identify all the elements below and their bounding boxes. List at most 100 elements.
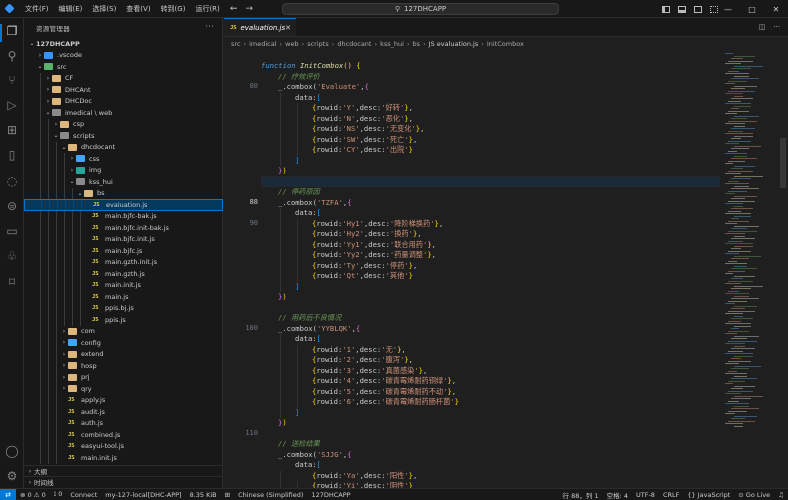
run-debug-icon[interactable]: ▷	[4, 97, 20, 113]
settings-gear-icon[interactable]: ⚙	[4, 468, 20, 484]
ports-count[interactable]: ⟟ 0	[50, 490, 67, 499]
file-item[interactable]: JS apply.js	[24, 394, 223, 406]
outline-section[interactable]: › 大纲	[24, 465, 223, 476]
file-item[interactable]: JS audit.js	[24, 406, 223, 418]
folder-item[interactable]: › config	[24, 337, 223, 349]
search-view-icon[interactable]: ⚲	[4, 48, 20, 64]
folder-item[interactable]: › DHCAnt	[24, 84, 223, 96]
more-actions-icon[interactable]: ···	[205, 22, 214, 31]
file-item[interactable]: JS main.bjfc.js	[24, 245, 223, 257]
connect-button[interactable]: Connect	[66, 491, 101, 499]
code-line: // 疗效评价	[278, 72, 320, 83]
server-connection[interactable]: my-127-local[DHC-APP]	[101, 491, 185, 499]
chevron-down-icon: ⌄	[37, 63, 43, 71]
folder-item[interactable]: › DHCDoc	[24, 95, 223, 107]
minimap[interactable]	[721, 50, 777, 488]
explorer-icon[interactable]: ❐	[4, 23, 20, 39]
file-item[interactable]: JS main.bjfc.init-bak.js	[24, 222, 223, 234]
menu-item[interactable]: 运行(R)	[190, 0, 224, 18]
encoding[interactable]: UTF-8	[632, 491, 659, 499]
bookmark-icon[interactable]: ⌑	[4, 274, 20, 290]
language-mode[interactable]: {} JavaScript	[683, 491, 734, 499]
file-item[interactable]: JS main.bjfc-bak.js	[24, 210, 223, 222]
folder-item[interactable]: › extend	[24, 348, 223, 360]
breadcrumb-item[interactable]: scripts	[307, 40, 329, 48]
end-of-line[interactable]: CRLF	[659, 491, 683, 499]
menu-item[interactable]: 查看(V)	[121, 0, 155, 18]
menu-item[interactable]: 编辑(E)	[54, 0, 88, 18]
breadcrumb-item[interactable]: InitCombox	[487, 40, 524, 48]
menu-item[interactable]: 文件(F)	[20, 0, 54, 18]
language-pack[interactable]: Chinese (Simplified)	[234, 491, 307, 499]
account-icon[interactable]: ◯	[4, 443, 20, 459]
toggle-panel-icon[interactable]	[678, 5, 686, 13]
maximize-button[interactable]: □	[740, 5, 764, 14]
toggle-secondary-sidebar-icon[interactable]	[694, 5, 702, 13]
folder-item[interactable]: ⌄ src	[24, 61, 223, 73]
breadcrumb-item[interactable]: src	[231, 40, 241, 48]
file-item[interactable]: JS easyui-tool.js	[24, 440, 223, 452]
folder-item[interactable]: › hosp	[24, 360, 223, 372]
folder-item[interactable]: › com	[24, 325, 223, 337]
notifications-bell-icon[interactable]: ♫	[774, 491, 788, 499]
breadcrumb-item[interactable]: web	[285, 40, 298, 48]
remote-indicator-icon[interactable]: ⇄	[0, 488, 16, 500]
breadcrumb-item[interactable]: bs	[413, 40, 421, 48]
file-item[interactable]: JS main.bjfc.init.js	[24, 233, 223, 245]
menu-item[interactable]: 转到(G)	[156, 0, 191, 18]
folder-item[interactable]: ⌄ kss_hui	[24, 176, 223, 188]
editor-scrollbar[interactable]	[780, 138, 786, 188]
edge-devtools-icon[interactable]: ◌	[4, 173, 20, 189]
close-window-button[interactable]: ✕	[764, 5, 788, 14]
folder-item[interactable]: ⌄ bs	[24, 187, 223, 199]
file-item[interactable]: JS evaluation.js	[24, 199, 223, 211]
breadcrumb-item[interactable]: imedical	[249, 40, 276, 48]
folder-item[interactable]: ⌄ 127DHCAPP	[24, 38, 223, 50]
file-item[interactable]: JS main.gzth.js	[24, 268, 223, 280]
code-editor[interactable]: 80 88 90 100 110 function InitCombox() {// 疗…	[224, 50, 788, 488]
docker-icon[interactable]: ▯	[4, 147, 20, 163]
file-item[interactable]: JS main.init.js	[24, 279, 223, 291]
timeline-section[interactable]: › 时间线	[24, 476, 223, 487]
problems-count[interactable]: ⊗ 0 ⚠ 0	[16, 491, 50, 499]
remote-explorer-icon[interactable]: ▭	[4, 223, 20, 239]
close-icon[interactable]: ✕	[285, 24, 291, 32]
database-icon[interactable]: ⊜	[4, 198, 20, 214]
breadcrumb-item[interactable]: kss_hui	[380, 40, 404, 48]
split-editor-icon[interactable]: ◫	[759, 23, 766, 31]
folder-item[interactable]: › CF	[24, 72, 223, 84]
indentation[interactable]: 空格: 4	[603, 490, 632, 500]
folder-item[interactable]: › img	[24, 164, 223, 176]
folder-item[interactable]: › .vscode	[24, 50, 223, 62]
file-item[interactable]: JS auth.js	[24, 417, 223, 429]
folder-item[interactable]: ⌄ imedical \ web	[24, 107, 223, 119]
more-actions-icon[interactable]: ···	[773, 23, 780, 31]
folder-item[interactable]: ⌄ dhcdocant	[24, 141, 223, 153]
command-center-search[interactable]: ⚲ 127DHCAPP	[282, 3, 559, 15]
toggle-sidebar-icon[interactable]	[662, 5, 670, 13]
cursor-position[interactable]: 行 88，列 1	[559, 490, 603, 500]
folder-item[interactable]: › csp	[24, 118, 223, 130]
tab-evaluation-js[interactable]: JS evaluation.js ✕	[224, 18, 296, 36]
back-arrow-icon[interactable]: ←	[230, 4, 238, 14]
menu-item[interactable]: 选择(S)	[87, 0, 121, 18]
file-item[interactable]: JS combined.js	[24, 429, 223, 441]
minimize-button[interactable]: —	[716, 5, 740, 14]
source-control-icon[interactable]: ⑂	[4, 72, 20, 88]
folder-item[interactable]: ⌄ scripts	[24, 130, 223, 142]
file-item[interactable]: JS main.js	[24, 291, 223, 303]
workspace-folder[interactable]: 127DHCAPP	[307, 491, 354, 499]
go-live-button[interactable]: ⊙ Go Live	[734, 491, 774, 499]
forward-arrow-icon[interactable]: →	[246, 4, 254, 14]
file-item[interactable]: JS main.gzth.init.js	[24, 256, 223, 268]
breadcrumb-item[interactable]: dhcdocant	[337, 40, 371, 48]
file-item[interactable]: JS ppis.bj.js	[24, 302, 223, 314]
folder-item[interactable]: › qry	[24, 383, 223, 395]
file-item[interactable]: JS ppis.js	[24, 314, 223, 326]
file-item[interactable]: JS main.init.js	[24, 452, 223, 464]
tree-icon[interactable]: ♧	[4, 248, 20, 264]
folder-item[interactable]: › css	[24, 153, 223, 165]
folder-item[interactable]: › prj	[24, 371, 223, 383]
breadcrumb-item[interactable]: JS evaluation.js	[429, 40, 479, 48]
extensions-icon[interactable]: ⊞	[4, 122, 20, 138]
